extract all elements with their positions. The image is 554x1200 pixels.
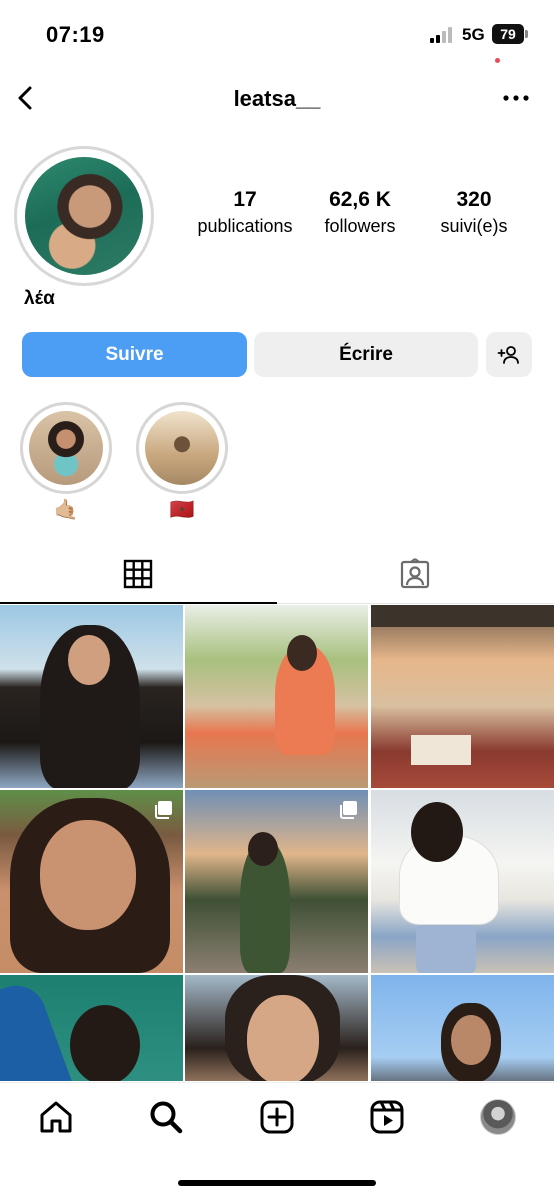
suggest-users-button[interactable] <box>486 332 532 377</box>
highlight-label: 🇲🇦 <box>169 499 195 521</box>
post-thumbnail[interactable] <box>185 790 368 973</box>
home-icon[interactable] <box>36 1097 76 1137</box>
posts-grid <box>0 605 554 1081</box>
post-thumbnail[interactable] <box>185 975 368 1081</box>
stat-value: 17 <box>233 188 257 211</box>
more-horizontal-icon[interactable] <box>502 86 530 110</box>
signal-icon <box>430 27 454 43</box>
grid-icon <box>123 559 153 589</box>
multiple-photos-icon <box>340 801 357 819</box>
stat-value: 62,6 K <box>329 188 391 211</box>
status-time: 07:19 <box>46 22 105 47</box>
profile-header-bar: leatsa__ <box>0 72 554 124</box>
highlight-label: 🤙🏼 <box>53 499 79 521</box>
home-indicator[interactable] <box>178 1180 376 1186</box>
display-name: λέα <box>24 288 55 309</box>
stat-label: suivi(e)s <box>440 216 508 236</box>
stat-value: 320 <box>456 188 492 211</box>
tab-posts-grid[interactable] <box>0 544 277 604</box>
create-icon[interactable] <box>257 1097 297 1137</box>
profile-tabs <box>0 544 554 604</box>
message-button[interactable]: Écrire <box>254 332 478 377</box>
highlight-cover <box>145 411 219 485</box>
multiple-photos-icon <box>155 801 172 819</box>
add-person-icon <box>497 346 519 364</box>
post-thumbnail[interactable] <box>371 975 554 1081</box>
post-thumbnail[interactable] <box>0 790 183 973</box>
story-highlight[interactable]: 🤙🏼 <box>20 402 112 522</box>
stat-label: followers <box>324 216 396 236</box>
stat-label: publications <box>197 216 293 236</box>
stat-publications[interactable]: 17 publications <box>190 188 300 237</box>
tagged-person-icon <box>400 558 430 589</box>
search-icon[interactable] <box>146 1097 186 1137</box>
status-bar: 07:19 5G 79 <box>0 0 554 70</box>
highlight-cover <box>29 411 103 485</box>
network-label: 5G <box>462 25 485 44</box>
notification-dot <box>495 58 500 63</box>
profile-avatar[interactable] <box>25 157 143 275</box>
reels-icon[interactable] <box>367 1097 407 1137</box>
post-thumbnail[interactable] <box>185 605 368 788</box>
profile-tab-avatar[interactable] <box>480 1099 516 1135</box>
post-thumbnail[interactable] <box>0 605 183 788</box>
post-thumbnail[interactable] <box>0 975 183 1081</box>
post-thumbnail[interactable] <box>371 605 554 788</box>
battery-icon: 79 <box>492 24 528 44</box>
stat-followers[interactable]: 62,6 K followers <box>310 188 410 237</box>
tab-tagged[interactable] <box>277 544 554 604</box>
story-highlight[interactable]: 🇲🇦 <box>136 402 228 522</box>
profile-avatar-ring[interactable] <box>14 146 154 286</box>
highlight-ring <box>20 402 112 494</box>
follow-button[interactable]: Suivre <box>22 332 247 377</box>
post-thumbnail[interactable] <box>371 790 554 973</box>
stat-following[interactable]: 320 suivi(e)s <box>424 188 524 237</box>
profile-username: leatsa__ <box>233 86 321 111</box>
highlight-ring <box>136 402 228 494</box>
